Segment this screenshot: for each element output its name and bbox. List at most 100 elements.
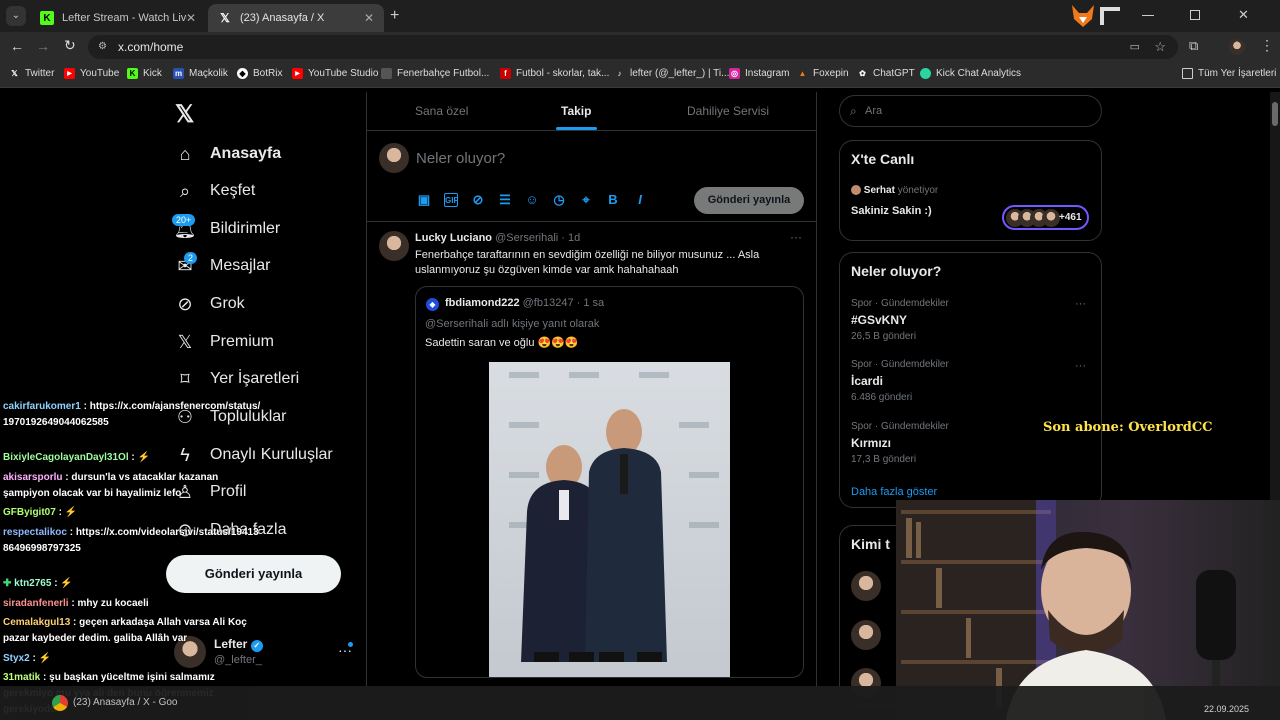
trend-more-icon[interactable]: ··· — [1075, 298, 1086, 310]
restore-window-icon[interactable] — [1190, 10, 1200, 20]
italic-icon[interactable]: I — [633, 193, 647, 207]
quoted-tweet[interactable]: ◆ fbdiamond222 @fb13247 · 1 sa @Serserih… — [415, 286, 804, 678]
bookmark-icon: ⌑ — [180, 368, 190, 389]
search-icon: ⌕ — [850, 104, 857, 118]
live-host[interactable]: Serhat yönetiyor — [851, 185, 938, 196]
nav-home[interactable]: ⌂ Anasayfa — [174, 139, 282, 169]
browser-toolbar: ← → ↻ ⚙ x.com/home ▭ ☆ ⧉ ⋮ — [0, 32, 1280, 62]
botrix-icon: ◆ — [237, 68, 248, 79]
nav-bookmarks[interactable]: ⌑ Yer İşaretleri — [174, 364, 299, 394]
bookmark-twitter[interactable]: 𝕏 Twitter — [9, 68, 54, 79]
trends-title: Neler oluyor? — [851, 263, 942, 279]
profile-avatar[interactable] — [1229, 39, 1245, 55]
bookmark-star-icon[interactable]: ☆ — [1154, 35, 1166, 59]
gif-icon[interactable]: GIF — [444, 193, 458, 207]
compose-avatar[interactable] — [379, 143, 409, 173]
quote-author-name: fbdiamond222 — [445, 297, 520, 309]
show-more-link[interactable]: Daha fazla göster — [851, 486, 937, 498]
chat-username: BixiyleCagolayanDayl31Ol — [3, 452, 129, 463]
suggestion-avatar[interactable] — [851, 620, 881, 650]
instagram-icon: ◎ — [729, 68, 740, 79]
compose-input[interactable]: Neler oluyor? — [416, 150, 505, 167]
search-icon: ⌕ — [179, 180, 191, 201]
bookmark-foxepin[interactable]: ▲ Foxepin — [797, 68, 849, 79]
close-window-icon[interactable]: ✕ — [1238, 7, 1249, 23]
search-box[interactable]: ⌕ Ara — [839, 95, 1102, 127]
scrollbar-thumb[interactable] — [1272, 102, 1278, 126]
tweet-author-avatar[interactable] — [379, 231, 409, 261]
tab-dahiliye-servisi[interactable]: Dahiliye Servisi — [687, 104, 769, 118]
x-logo-icon[interactable]: 𝕏 — [175, 100, 194, 129]
emoji-icon[interactable]: ☺ — [525, 193, 539, 207]
bookmark-instagram[interactable]: ◎ Instagram — [729, 68, 789, 79]
schedule-icon[interactable]: ◷ — [552, 193, 566, 207]
bookmark-futbol-skorlar[interactable]: f Futbol - skorlar, tak... — [500, 68, 609, 79]
tab-following[interactable]: Takip — [561, 104, 591, 118]
browser-menu-icon[interactable]: ⋮ — [1260, 37, 1274, 54]
bookmark-botrix[interactable]: ◆ BotRix — [237, 68, 282, 79]
bookmark-kick[interactable]: K Kick — [127, 68, 162, 79]
trend-category: Spor · Gündemdekiler — [851, 359, 949, 370]
compose-post-button[interactable]: Gönderi yayınla — [694, 187, 804, 214]
suggestion-avatar[interactable] — [851, 571, 881, 601]
cast-icon[interactable]: ▭ — [1130, 35, 1140, 59]
trend-more-icon[interactable]: ··· — [1075, 360, 1086, 372]
tab-list-dropdown-icon[interactable]: ⌄ — [6, 6, 26, 26]
tweet-text: Fenerbahçe taraftarının en sevdiğim özel… — [415, 249, 760, 276]
trend-count: 17,3 B gönderi — [851, 454, 917, 465]
trend-item[interactable]: Spor · Gündemdekiler Kırmızı 17,3 B gönd… — [851, 421, 949, 465]
trend-item[interactable]: Spor · Gündemdekiler İcardi 6.486 gönder… — [851, 359, 949, 403]
chrome-taskbar-icon[interactable] — [52, 695, 68, 711]
quote-reply-to: @Serserihali adlı kişiye yanıt olarak — [425, 318, 600, 330]
messages-badge: 2 — [184, 252, 198, 264]
bookmark-chatgpt[interactable]: ✿ ChatGPT — [857, 68, 915, 79]
address-bar[interactable]: ⚙ x.com/home ▭ ☆ — [88, 35, 1178, 59]
tab-kick-stream[interactable]: K Lefter Stream - Watch Live on K ✕ — [30, 4, 206, 32]
back-icon[interactable]: ← — [10, 38, 24, 54]
location-icon[interactable]: ⌖ — [579, 193, 593, 207]
minimize-window-icon[interactable] — [1142, 15, 1154, 16]
foxepin-icon: ▲ — [798, 69, 807, 78]
bookmark-youtube-studio[interactable]: ▶ YouTube Studio — [292, 68, 378, 79]
site-info-icon[interactable]: ⚙ — [98, 35, 107, 59]
bold-icon[interactable]: B — [606, 193, 620, 207]
trend-name: #GSvKNY — [851, 313, 908, 327]
extensions-icon[interactable]: ⧉ — [1189, 38, 1198, 54]
tweet-more-icon[interactable]: ··· — [790, 230, 802, 244]
tweet-author-name[interactable]: Lucky Luciano — [415, 232, 492, 244]
bookmark-mackolik[interactable]: m Maçkolik — [173, 68, 228, 79]
nav-premium[interactable]: 𝕏 Premium — [174, 327, 274, 357]
trend-item[interactable]: Spor · Gündemdekiler #GSvKNY 26,5 B gönd… — [851, 298, 949, 342]
poll-icon[interactable]: ☰ — [498, 193, 512, 207]
tiktok-icon: ♪ — [617, 69, 622, 78]
reload-icon[interactable]: ↻ — [64, 37, 76, 54]
tweet-author-handle[interactable]: @Serserihali — [495, 232, 558, 244]
tab-x-home[interactable]: 𝕏 (23) Anasayfa / X ✕ — [208, 4, 384, 32]
bookmark-tiktok[interactable]: ♪ lefter (@_lefter_) | Ti... — [614, 68, 730, 79]
image-icon[interactable]: ▣ — [417, 193, 431, 207]
nav-explore[interactable]: ⌕ Keşfet — [174, 176, 255, 206]
kick-icon: K — [127, 68, 138, 79]
bookmark-kick-chat-analytics[interactable]: Kick Chat Analytics — [920, 68, 1021, 79]
grok-compose-icon[interactable]: ⊘ — [471, 193, 485, 207]
close-tab-icon[interactable]: ✕ — [364, 11, 374, 25]
nav-grok[interactable]: ⊘ Grok — [174, 289, 244, 319]
tab-title: Lefter Stream - Watch Live on K — [62, 12, 187, 24]
all-bookmarks-folder[interactable]: Tüm Yer İşaretleri — [1182, 68, 1276, 79]
bookmark-fenerbahce[interactable]: Fenerbahçe Futbol... — [381, 68, 489, 79]
chat-message: BixiyleCagolayanDayl31Ol : ⚡ — [3, 452, 150, 463]
listener-count: +461 — [1059, 212, 1082, 223]
tweet-time[interactable]: · 1d — [561, 232, 580, 244]
close-tab-icon[interactable]: ✕ — [186, 11, 196, 25]
new-tab-icon[interactable]: + — [390, 7, 399, 25]
quote-photo[interactable] — [489, 362, 730, 677]
live-listeners-pill[interactable]: +461 — [1002, 205, 1089, 230]
photo-two-men-icon — [509, 372, 719, 662]
forward-icon[interactable]: → — [36, 38, 50, 54]
quote-text: Sadettin saran ve oğlu 😍😍😍 — [425, 337, 579, 349]
tab-for-you[interactable]: Sana özel — [415, 104, 468, 118]
live-space-title[interactable]: Sakiniz Sakin :) — [851, 205, 932, 217]
notifications-badge: 20+ — [172, 214, 196, 226]
bookmark-youtube[interactable]: ▶ YouTube — [64, 68, 119, 79]
taskbar-app-label[interactable]: (23) Anasayfa / X - Goo — [73, 697, 178, 708]
